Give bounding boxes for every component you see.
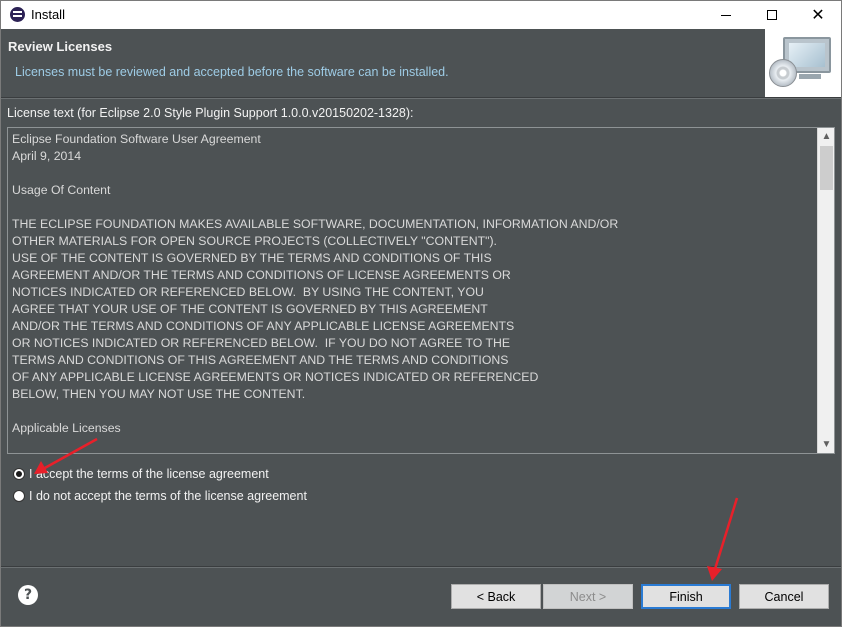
license-line: Usage Of Content xyxy=(12,183,111,197)
license-text-area[interactable]: Eclipse Foundation Software User Agreeme… xyxy=(7,127,835,454)
license-line: THE ECLIPSE FOUNDATION MAKES AVAILABLE S… xyxy=(12,217,619,231)
license-line xyxy=(12,199,817,216)
decline-radio[interactable] xyxy=(13,490,25,502)
accept-label: I accept the terms of the license agreem… xyxy=(29,467,269,481)
install-banner-image xyxy=(765,29,841,97)
license-line: AND/OR THE TERMS AND CONDITIONS OF ANY A… xyxy=(12,319,515,333)
license-line: AGREEMENT AND/OR THE TERMS AND CONDITION… xyxy=(12,268,511,282)
license-line: USE OF THE CONTENT IS GOVERNED BY THE TE… xyxy=(12,251,492,265)
footer-divider xyxy=(1,566,841,568)
license-line xyxy=(12,165,817,182)
decline-option[interactable]: I do not accept the terms of the license… xyxy=(13,488,307,504)
next-button[interactable]: Next > xyxy=(543,584,633,609)
back-button[interactable]: < Back xyxy=(451,584,541,609)
maximize-icon xyxy=(767,10,777,20)
cd-icon xyxy=(769,59,797,87)
license-line: TERMS AND CONDITIONS OF THIS AGREEMENT A… xyxy=(12,353,509,367)
license-line: NOTICES INDICATED OR REFERENCED BELOW. B… xyxy=(12,285,484,299)
accept-option[interactable]: I accept the terms of the license agreem… xyxy=(13,466,269,482)
minimize-icon xyxy=(721,14,731,16)
license-text-content: Eclipse Foundation Software User Agreeme… xyxy=(12,131,817,451)
install-dialog: Install ✕ Review Licenses Licenses must … xyxy=(0,0,842,627)
header-divider xyxy=(1,97,841,99)
cancel-button[interactable]: Cancel xyxy=(739,584,829,609)
help-icon[interactable]: ? xyxy=(18,585,38,605)
vertical-scrollbar[interactable]: ▲ ▼ xyxy=(817,128,834,453)
decline-label: I do not accept the terms of the license… xyxy=(29,489,307,503)
finish-button[interactable]: Finish xyxy=(641,584,731,609)
window-title: Install xyxy=(31,7,65,22)
close-button[interactable]: ✕ xyxy=(795,1,841,29)
license-line: Applicable Licenses xyxy=(12,421,121,435)
minimize-button[interactable] xyxy=(703,1,749,29)
license-line: BELOW, THEN YOU MAY NOT USE THE CONTENT. xyxy=(12,387,306,401)
page-title: Review Licenses xyxy=(8,39,113,54)
license-text-label: License text (for Eclipse 2.0 Style Plug… xyxy=(7,106,414,120)
annotation-arrow-finish xyxy=(707,497,739,581)
close-icon: ✕ xyxy=(811,5,825,24)
license-line xyxy=(12,403,817,420)
scroll-down-icon[interactable]: ▼ xyxy=(818,436,835,453)
title-bar: Install ✕ xyxy=(1,1,841,29)
license-line: OF ANY APPLICABLE LICENSE AGREEMENTS OR … xyxy=(12,370,539,384)
accept-radio[interactable] xyxy=(13,468,25,480)
license-line: AGREE THAT YOUR USE OF THE CONTENT IS GO… xyxy=(12,302,488,316)
license-line: Eclipse Foundation Software User Agreeme… xyxy=(12,132,261,146)
page-description: Licenses must be reviewed and accepted b… xyxy=(15,65,449,79)
license-line: April 9, 2014 xyxy=(12,149,82,163)
license-line: OTHER MATERIALS FOR OPEN SOURCE PROJECTS… xyxy=(12,234,497,248)
eclipse-icon xyxy=(10,7,25,22)
wizard-header: Review Licenses Licenses must be reviewe… xyxy=(1,29,841,97)
maximize-button[interactable] xyxy=(749,1,795,29)
license-line: OR NOTICES INDICATED OR REFERENCED BELOW… xyxy=(12,336,511,350)
scroll-thumb[interactable] xyxy=(820,146,833,190)
scroll-up-icon[interactable]: ▲ xyxy=(818,128,835,145)
